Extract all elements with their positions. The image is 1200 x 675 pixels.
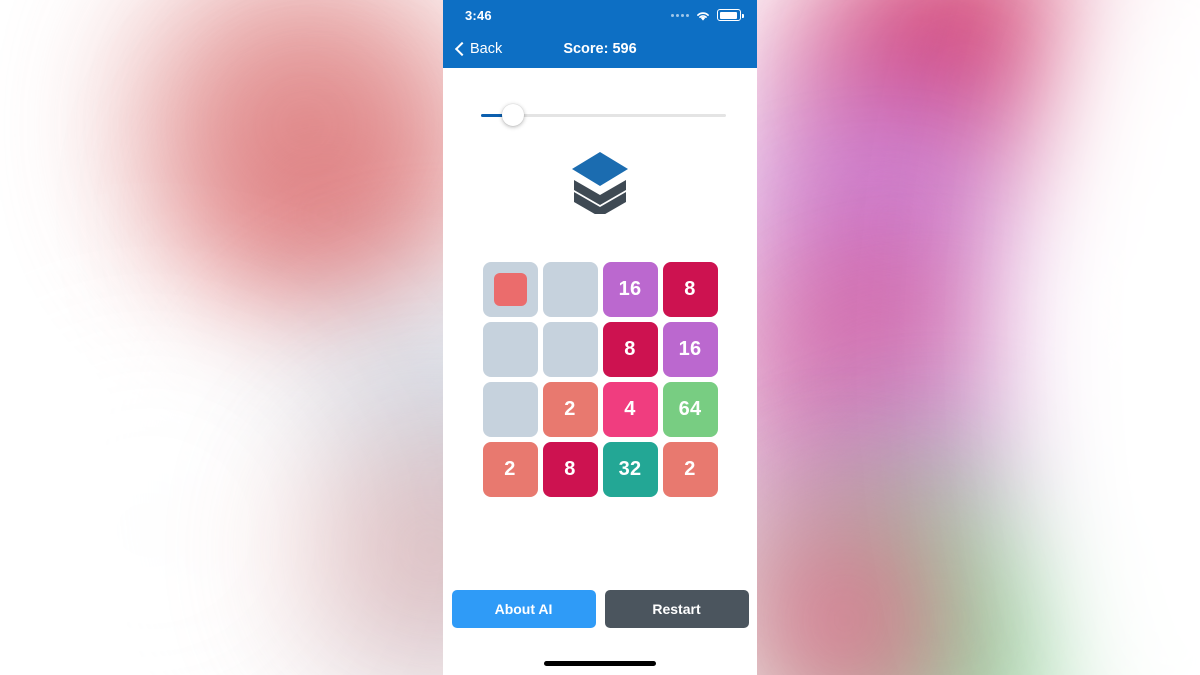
- signal-dots-icon: [671, 13, 689, 17]
- back-button-label: Back: [470, 41, 503, 57]
- home-indicator[interactable]: [544, 661, 656, 666]
- layers-icon: [564, 142, 636, 219]
- phone-screen: 3:46 Back Score: 596 16 8 8 16 2 4 64 2 …: [443, 0, 757, 675]
- board-tile-r1-c2[interactable]: [542, 262, 598, 317]
- board-tile-r2-c3[interactable]: 8: [602, 322, 658, 377]
- chevron-left-icon: [454, 41, 470, 57]
- restart-button[interactable]: Restart: [604, 590, 749, 628]
- status-bar: 3:46: [443, 0, 757, 30]
- board-tile-r3-c3[interactable]: 4: [602, 382, 658, 437]
- status-bar-indicators: [671, 9, 744, 21]
- wifi-icon: [695, 9, 711, 21]
- board-tile-r2-c1[interactable]: [482, 322, 538, 377]
- app-content: 16 8 8 16 2 4 64 2 8 32 2 About AI Restart: [443, 68, 757, 675]
- board-tile-r4-c3[interactable]: 32: [602, 442, 658, 497]
- battery-icon: [717, 9, 744, 21]
- board-tile-r4-c2[interactable]: 8: [542, 442, 598, 497]
- action-button-row: About AI Restart: [443, 590, 757, 628]
- board-tile-r2-c2[interactable]: [542, 322, 598, 377]
- board-tile-r1-c3[interactable]: 16: [602, 262, 658, 317]
- backdrop-blob: [200, 90, 450, 340]
- navigation-bar: Back Score: 596: [443, 30, 757, 68]
- board-tile-r1-c4[interactable]: 8: [662, 262, 718, 317]
- slider-container: [443, 68, 757, 126]
- speed-slider[interactable]: [481, 104, 726, 126]
- board-tile-r4-c1[interactable]: 2: [482, 442, 538, 497]
- about-ai-button[interactable]: About AI: [451, 590, 596, 628]
- board-tile-r3-c1[interactable]: [482, 382, 538, 437]
- game-board[interactable]: 16 8 8 16 2 4 64 2 8 32 2: [482, 262, 718, 497]
- spawning-tile: [493, 273, 527, 306]
- board-tile-r3-c2[interactable]: 2: [542, 382, 598, 437]
- logo-container: [443, 142, 757, 219]
- game-board-container: 16 8 8 16 2 4 64 2 8 32 2: [443, 262, 757, 497]
- board-tile-r1-c1[interactable]: [482, 262, 538, 317]
- board-tile-r4-c4[interactable]: 2: [662, 442, 718, 497]
- board-tile-r2-c4[interactable]: 16: [662, 322, 718, 377]
- slider-thumb[interactable]: [501, 104, 524, 126]
- status-bar-time: 3:46: [465, 7, 492, 23]
- back-button[interactable]: Back: [454, 41, 503, 57]
- board-tile-r3-c4[interactable]: 64: [662, 382, 718, 437]
